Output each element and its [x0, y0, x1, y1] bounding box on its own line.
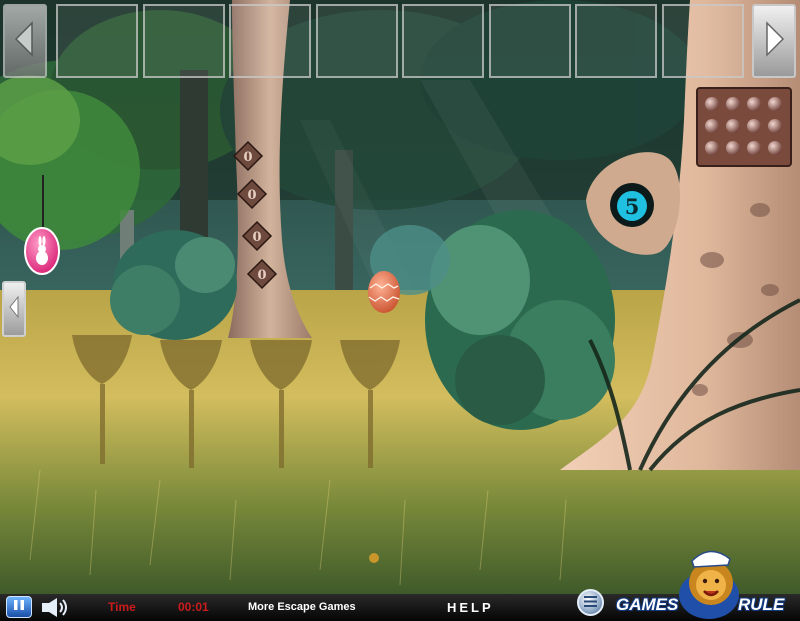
grid-panel-button[interactable]	[768, 141, 782, 155]
grid-panel-button[interactable]	[705, 141, 719, 155]
menu-button[interactable]	[577, 589, 604, 616]
inventory-slot[interactable]	[661, 4, 744, 78]
sound-button[interactable]	[40, 596, 72, 619]
inventory-bar	[0, 0, 800, 82]
gamesrule-logo[interactable]: GAMES RULE	[612, 545, 800, 621]
forest-scene: 0 0 0 0 5	[0, 0, 800, 621]
inventory-slot[interactable]	[575, 4, 657, 78]
grid-panel-button[interactable]	[705, 119, 719, 133]
pink-egg-tag[interactable]	[24, 227, 60, 275]
inventory-slot[interactable]	[488, 4, 571, 78]
time-label: Time	[108, 600, 136, 614]
grid-puzzle-panel[interactable]	[696, 87, 792, 167]
inventory-slot[interactable]	[402, 4, 484, 78]
pause-button[interactable]	[6, 596, 32, 618]
grid-panel-button[interactable]	[726, 97, 740, 111]
pause-icon	[13, 598, 25, 616]
hole-number: 5	[625, 194, 640, 219]
clue-digit-3: 0	[252, 230, 261, 245]
inventory-prev-button[interactable]	[3, 4, 47, 78]
clue-digit-4: 0	[257, 268, 266, 283]
grid-panel-button[interactable]	[705, 97, 719, 111]
grid-panel-button[interactable]	[747, 97, 761, 111]
chevron-right-icon	[761, 19, 787, 64]
inventory-next-button[interactable]	[752, 4, 796, 78]
grid-panel-button[interactable]	[768, 119, 782, 133]
menu-lines-icon	[584, 594, 597, 612]
game-stage: 0 0 0 0 5 Time 00:01 More Escape Games H…	[0, 0, 800, 621]
grid-panel-button[interactable]	[747, 141, 761, 155]
more-games-link[interactable]: More Escape Games	[248, 594, 356, 621]
inventory-slot[interactable]	[315, 4, 398, 78]
help-button[interactable]: HELP	[447, 594, 494, 621]
inventory-slot[interactable]	[142, 4, 225, 78]
inventory-slot[interactable]	[56, 4, 138, 78]
grid-panel-button[interactable]	[726, 119, 740, 133]
speaker-icon	[40, 598, 72, 621]
grid-panel-button[interactable]	[726, 141, 740, 155]
time-value: 00:01	[178, 600, 209, 614]
grid-panel-button[interactable]	[768, 97, 782, 111]
orange-egg[interactable]	[368, 271, 400, 313]
chevron-left-icon	[7, 293, 21, 326]
inventory-slot[interactable]	[229, 4, 311, 78]
chevron-left-icon	[12, 19, 38, 64]
logo-text-rule: RULE	[738, 595, 785, 614]
clue-digit-2: 0	[247, 188, 256, 203]
clue-digit-1: 0	[243, 150, 252, 165]
scene-back-button[interactable]	[2, 281, 26, 337]
logo-text-games: GAMES	[616, 595, 679, 614]
grid-panel-button[interactable]	[747, 119, 761, 133]
